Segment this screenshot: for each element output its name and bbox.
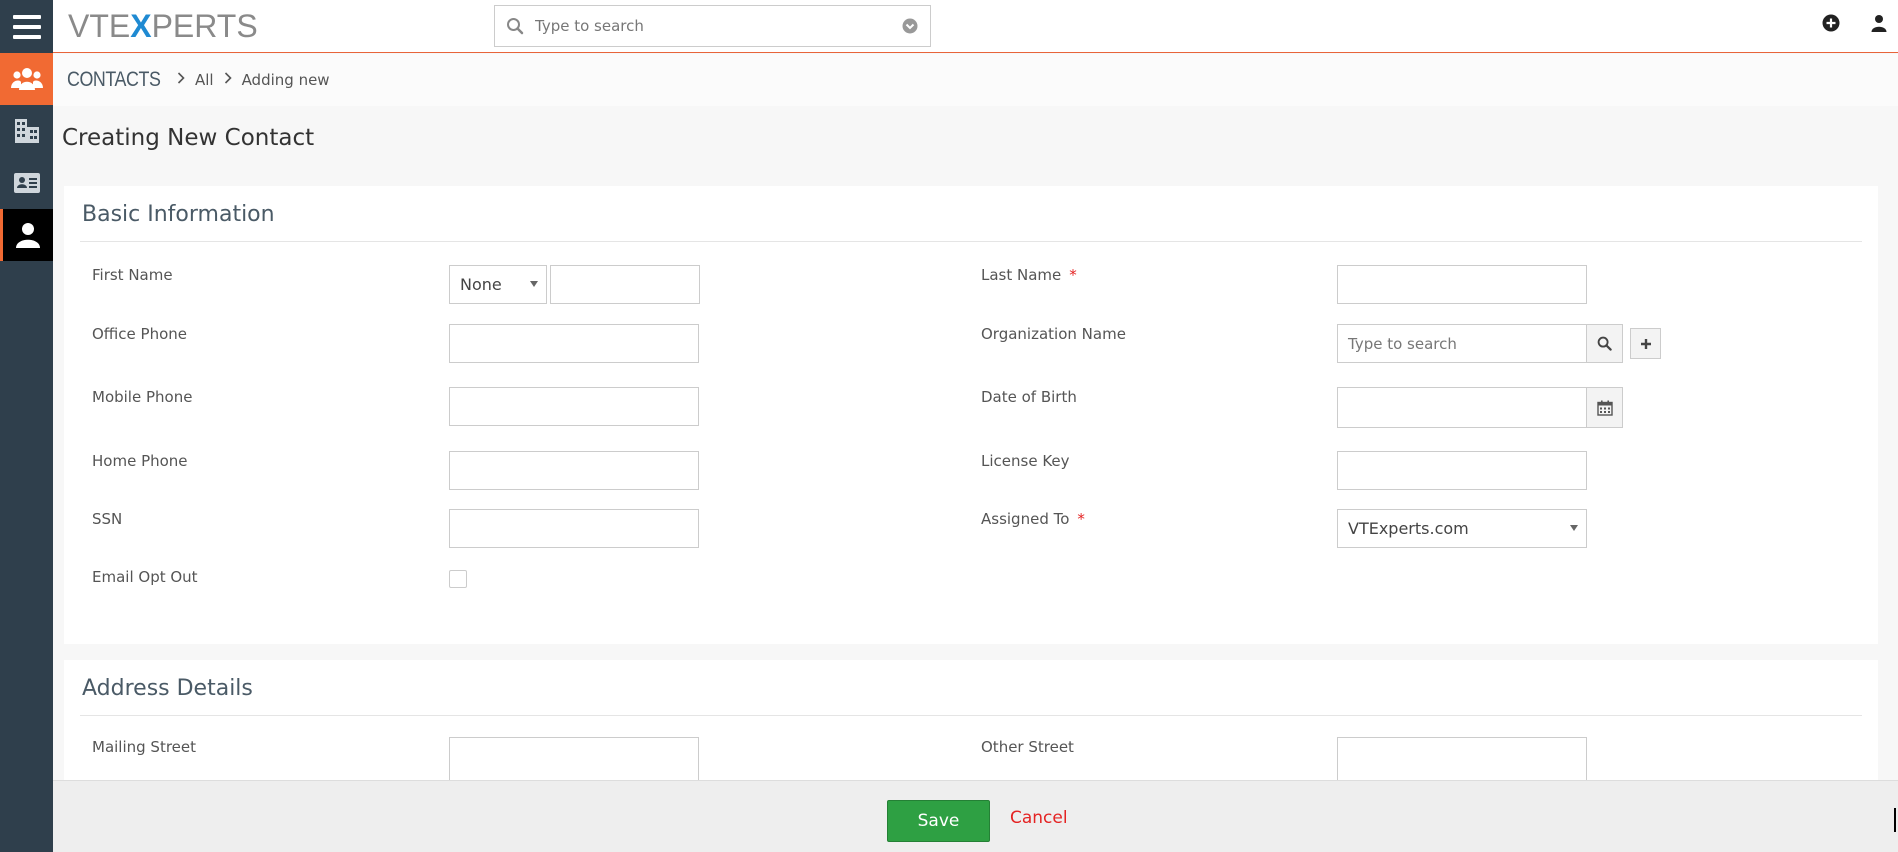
page-title: Creating New Contact xyxy=(62,125,315,151)
basic-information-title: Basic Information xyxy=(82,202,275,227)
calendar-icon[interactable] xyxy=(1586,387,1623,428)
home-phone-input[interactable] xyxy=(449,451,699,490)
salutation-value: None xyxy=(460,275,502,294)
mailing-street-label: Mailing Street xyxy=(92,738,197,756)
assigned-to-label: Assigned To * xyxy=(981,510,1085,528)
last-name-input[interactable] xyxy=(1337,265,1587,304)
global-search[interactable] xyxy=(494,5,931,47)
text-cursor xyxy=(1894,808,1896,832)
search-icon[interactable] xyxy=(1586,324,1623,363)
chevron-right-icon xyxy=(177,72,185,88)
user-icon[interactable] xyxy=(1870,14,1888,36)
last-name-label: Last Name * xyxy=(981,266,1077,284)
user-icon[interactable] xyxy=(0,209,53,261)
menu-icon[interactable] xyxy=(0,0,53,53)
date-of-birth-input[interactable] xyxy=(1337,387,1587,428)
address-details-panel: Address Details Mailing Street Other Str… xyxy=(64,660,1878,797)
plus-circle-icon[interactable] xyxy=(1822,14,1840,36)
ssn-input[interactable] xyxy=(449,509,699,548)
email-opt-out-checkbox[interactable] xyxy=(449,570,467,588)
organization-placeholder: Type to search xyxy=(1348,335,1457,353)
plus-icon[interactable] xyxy=(1630,328,1661,359)
chevron-down-circle-icon[interactable] xyxy=(890,18,930,34)
cancel-link[interactable]: Cancel xyxy=(1010,808,1068,828)
breadcrumb: CONTACTS All Adding new xyxy=(53,54,1898,106)
organization-name-label: Organization Name xyxy=(981,325,1126,343)
breadcrumb-all[interactable]: All xyxy=(195,71,214,89)
first-name-input[interactable] xyxy=(550,265,700,304)
sidebar xyxy=(0,53,53,852)
license-key-input[interactable] xyxy=(1337,451,1587,490)
divider xyxy=(80,241,1862,242)
mobile-phone-input[interactable] xyxy=(449,387,699,426)
first-name-label: First Name xyxy=(92,266,173,284)
save-button[interactable]: Save xyxy=(887,800,990,842)
date-of-birth-label: Date of Birth xyxy=(981,388,1077,406)
ssn-label: SSN xyxy=(92,510,123,528)
salutation-select[interactable]: None xyxy=(449,265,547,304)
id-card-icon[interactable] xyxy=(0,157,53,209)
assigned-to-label-text: Assigned To xyxy=(981,510,1070,528)
caret-down-icon xyxy=(1570,525,1578,531)
global-search-input[interactable] xyxy=(535,7,890,45)
other-street-label: Other Street xyxy=(981,738,1074,756)
email-opt-out-label: Email Opt Out xyxy=(92,568,198,586)
breadcrumb-module[interactable]: CONTACTS xyxy=(67,68,161,92)
top-bar: VTE X PERTS xyxy=(0,0,1898,53)
mobile-phone-label: Mobile Phone xyxy=(92,388,193,406)
basic-information-panel: Basic Information First Name None Last N… xyxy=(64,186,1878,644)
logo-text-suffix: PERTS xyxy=(151,7,258,44)
users-group-icon[interactable] xyxy=(0,53,53,105)
last-name-label-text: Last Name xyxy=(981,266,1062,284)
vtexperts-logo[interactable]: VTE X PERTS xyxy=(68,8,258,44)
home-phone-label: Home Phone xyxy=(92,452,188,470)
building-icon[interactable] xyxy=(0,105,53,157)
breadcrumb-current: Adding new xyxy=(241,71,330,89)
search-icon xyxy=(495,17,535,35)
assigned-to-select[interactable]: VTExperts.com xyxy=(1337,509,1587,548)
top-right-actions xyxy=(1822,14,1888,36)
chevron-right-icon xyxy=(224,72,232,88)
logo-text-x: X xyxy=(130,7,152,44)
assigned-to-value: VTExperts.com xyxy=(1348,519,1469,538)
required-mark: * xyxy=(1069,266,1077,284)
divider xyxy=(80,715,1862,716)
logo-text-prefix: VTE xyxy=(68,7,131,44)
caret-down-icon xyxy=(530,281,538,287)
license-key-label: License Key xyxy=(981,452,1070,470)
office-phone-input[interactable] xyxy=(449,324,699,363)
office-phone-label: Office Phone xyxy=(92,325,188,343)
required-mark: * xyxy=(1077,510,1085,528)
address-details-title: Address Details xyxy=(82,676,253,701)
organization-search-input[interactable]: Type to search xyxy=(1337,324,1587,363)
